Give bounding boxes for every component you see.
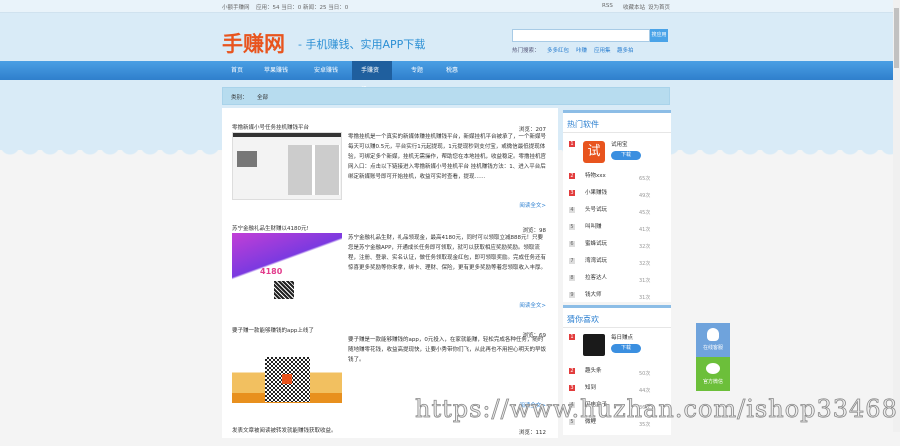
hot-apps-title: 热门软件 <box>563 113 671 133</box>
hot-apps-panel: 热门软件 1 试 试用宝 下载 2 特物xxx 65次 3 小果赚钱 49次 4 头号试玩… <box>563 110 671 302</box>
article-item: 零撸新媒小号任务挂机赚钱平台 浏览：207 零撸挂机是一个真实的新媒体赚挂机赚钱… <box>232 123 552 218</box>
download-count: 65次 <box>639 176 651 182</box>
app-name[interactable]: 叫叫赚 <box>585 222 602 230</box>
top-bar: 小额手赚网 应用：54 当日：0 新闻：25 当日：0 RSS 收藏本站 设为首… <box>0 0 893 13</box>
app-name[interactable]: 趣头条 <box>585 366 602 374</box>
download-count: 44次 <box>639 388 651 394</box>
article-item: 苏宁金融礼品生财赚以4180元! 浏览：98 4180 苏宁金融礼品生财，礼品领… <box>232 224 552 319</box>
qq-icon <box>707 328 719 341</box>
download-button[interactable]: 下载 <box>611 344 641 353</box>
download-count: 31次 <box>639 278 651 284</box>
app-name[interactable]: 小果赚钱 <box>585 188 607 196</box>
download-count: 32次 <box>639 261 651 267</box>
article-summary: 苏宁金融礼品生财，礼品领现金，最高4180元，同时可以领取立减888元！只要您是… <box>348 235 547 271</box>
set-homepage-link[interactable]: 设为首页 <box>648 3 670 11</box>
article-title[interactable]: 零撸新媒小号任务挂机赚钱平台 <box>232 123 309 131</box>
app-name[interactable]: 特物xxx <box>585 171 606 179</box>
scrollbar-thumb[interactable] <box>894 8 899 68</box>
online-service-label: 在线客服 <box>702 345 723 351</box>
hot-search-label: 热门搜索： <box>512 48 540 54</box>
article-thumbnail[interactable]: 4180 <box>232 233 342 304</box>
slogan: - 手机赚钱、实用APP下载 <box>298 38 426 51</box>
download-button[interactable]: 下载 <box>611 151 641 160</box>
app-name[interactable]: 头号试玩 <box>585 205 607 213</box>
read-more-link[interactable]: 阅读全文> <box>519 201 546 209</box>
app-icon[interactable]: 试 <box>583 141 605 163</box>
guess-title: 猜你喜欢 <box>563 308 671 328</box>
logo[interactable]: 手赚网 <box>222 28 285 58</box>
bookmark-link[interactable]: 收藏本站 <box>623 3 645 11</box>
article-views: 浏览：112 <box>519 430 546 436</box>
online-service-button[interactable]: 在线客服 <box>696 323 730 357</box>
watermark: https://www.huzhan.com/ishop33468 <box>415 395 898 424</box>
article-summary: 要子赚是一款能够赚钱的app，0元投入，在家就能赚，轻松完成各种任务，随时随地赚… <box>348 337 547 363</box>
hot-search-link[interactable]: 多多红包 <box>547 46 569 54</box>
rank-badge: 1 <box>569 334 575 340</box>
download-count: 32次 <box>639 244 651 250</box>
nav-home[interactable]: 首页 <box>222 61 252 80</box>
download-count: 50次 <box>639 371 651 377</box>
wechat-icon <box>706 363 720 374</box>
search-input[interactable] <box>512 29 650 42</box>
article-thumbnail[interactable] <box>232 335 342 403</box>
wechat-label: 官方微信 <box>702 379 723 385</box>
hot-search-link[interactable]: 应用集 <box>594 46 611 54</box>
nav-tax[interactable]: 税惠 <box>437 61 467 80</box>
nav-topics[interactable]: 专题 <box>402 61 432 80</box>
article-title[interactable]: 要子赚一款能够赚钱的app上线了 <box>232 326 314 334</box>
wechat-button[interactable]: 官方微信 <box>696 357 730 391</box>
app-name[interactable]: 每日赚点 <box>611 333 633 341</box>
app-name[interactable]: 湾湾试玩 <box>585 256 607 264</box>
rss-link[interactable]: RSS <box>602 3 613 9</box>
article-title[interactable]: 苏宁金融礼品生财赚以4180元! <box>232 224 309 232</box>
main-nav: 首页 苹果赚钱 安卓赚钱 手赚资讯 专题 税惠 <box>0 61 893 93</box>
site-name: 小额手赚网 <box>222 5 250 11</box>
download-count: 45次 <box>639 210 651 216</box>
app-name[interactable]: 钱大师 <box>585 290 602 298</box>
app-name[interactable]: 拉客达人 <box>585 273 607 281</box>
article-item: 发表文章被阅读被转发就能赚钱获取收益。 浏览：112 <box>232 426 552 446</box>
download-count: 49次 <box>639 193 651 199</box>
category-filter: 类别： 全部 <box>222 87 670 105</box>
app-name[interactable]: 蜜蜂试玩 <box>585 239 607 247</box>
hot-search-link[interactable]: 趣多拍 <box>617 46 634 54</box>
article-thumbnail[interactable] <box>232 132 342 200</box>
read-more-link[interactable]: 阅读全文> <box>519 301 546 309</box>
nav-news[interactable]: 手赚资讯 <box>352 61 392 93</box>
category-all[interactable]: 全部 <box>257 93 268 101</box>
article-list: 零撸新媒小号任务挂机赚钱平台 浏览：207 零撸挂机是一个真实的新媒体赚挂机赚钱… <box>222 108 558 438</box>
download-count: 31次 <box>639 295 651 301</box>
search-button[interactable]: 搜应用 <box>650 29 668 42</box>
download-count: 41次 <box>639 227 651 233</box>
app-name[interactable]: 知到 <box>585 383 596 391</box>
site-stats: 应用：54 当日：0 新闻：25 当日：0 <box>256 5 349 11</box>
category-label: 类别： <box>231 95 248 101</box>
article-summary: 零撸挂机是一个真实的新媒体赚挂机赚钱平台，新媒挂机平台被承了，一个新媒号每天可以… <box>348 134 547 180</box>
rank-badge: 1 <box>569 141 575 147</box>
app-name[interactable]: 试用宝 <box>611 140 628 148</box>
nav-android[interactable]: 安卓赚钱 <box>305 61 347 80</box>
article-title[interactable]: 发表文章被阅读被转发就能赚钱获取收益。 <box>232 426 337 434</box>
nav-ios[interactable]: 苹果赚钱 <box>255 61 297 80</box>
hot-search-link[interactable]: 咔赚 <box>576 46 587 54</box>
app-icon[interactable] <box>583 334 605 356</box>
